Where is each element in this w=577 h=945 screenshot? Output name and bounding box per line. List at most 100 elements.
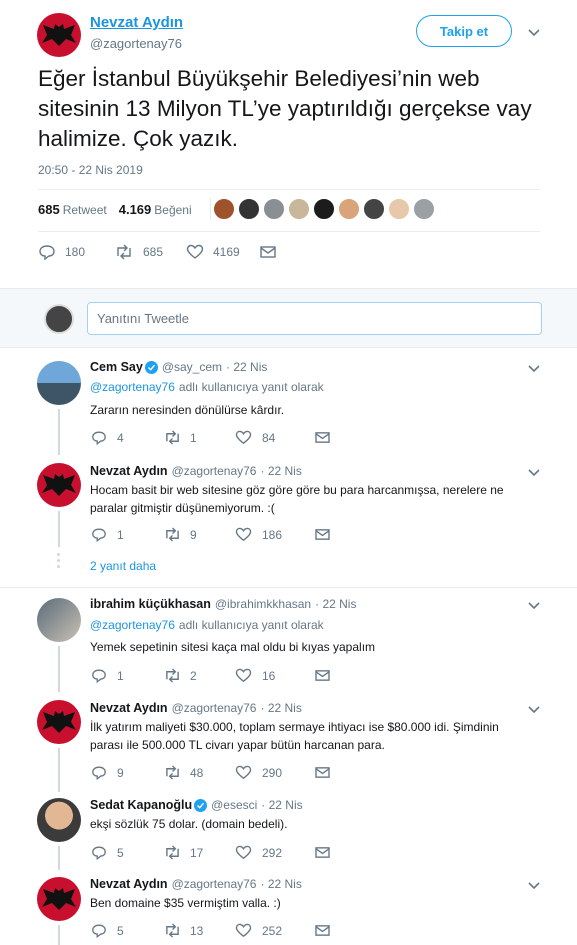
tweet-timestamp[interactable]: 20:50 - 22 Nis 2019 (38, 163, 143, 177)
like-button[interactable]: 16 (235, 668, 315, 683)
zagor-logo-icon (42, 24, 76, 46)
like-button[interactable]: 252 (235, 923, 315, 938)
follow-button[interactable]: Takip et (416, 15, 512, 47)
dm-button[interactable] (315, 846, 330, 859)
like-button[interactable]: 290 (235, 765, 315, 780)
reply-button[interactable]: 1 (91, 527, 163, 542)
reply-count: 4 (117, 430, 124, 445)
liker-avatar[interactable] (288, 198, 310, 220)
thread-line (58, 925, 60, 945)
liker-avatar[interactable] (388, 198, 410, 220)
retweet-count: 685 (143, 245, 164, 259)
reply-count: 5 (117, 845, 124, 860)
envelope-icon (315, 767, 330, 778)
reply-button[interactable]: 9 (91, 765, 163, 780)
reply-author-name[interactable]: Sedat Kapanoğlu (90, 798, 192, 812)
dm-button[interactable] (260, 245, 276, 259)
reply-to-link[interactable]: @zagortenay76 (90, 380, 175, 394)
reply-icon (39, 245, 55, 260)
dm-button[interactable] (315, 766, 330, 779)
chevron-down-icon[interactable] (527, 879, 541, 893)
like-button[interactable]: 186 (235, 527, 315, 542)
reply-header: ibrahim küçükhasan @ibrahimkkhasan · 22 … (90, 597, 356, 611)
reply-author-name[interactable]: Nevzat Aydın (90, 464, 168, 478)
like-button[interactable]: 84 (235, 430, 315, 445)
reply-date[interactable]: · 22 Nis (260, 701, 301, 715)
reply-author-name[interactable]: Cem Say (90, 360, 143, 374)
liker-avatar[interactable] (238, 198, 260, 220)
retweet-button[interactable]: 13 (163, 923, 235, 938)
liker-avatar[interactable] (313, 198, 335, 220)
reply-author-name[interactable]: Nevzat Aydın (90, 701, 168, 715)
reply-icon (92, 431, 106, 445)
reply-date[interactable]: · 22 Nis (261, 798, 302, 812)
reply-avatar[interactable] (37, 700, 81, 744)
reply-author-handle[interactable]: @say_cem (162, 360, 222, 374)
reply-button[interactable]: 5 (91, 845, 163, 860)
current-user-avatar[interactable] (44, 304, 74, 334)
retweet-button[interactable]: 1 (163, 430, 235, 445)
reply-author-handle[interactable]: @zagortenay76 (172, 701, 257, 715)
like-button[interactable]: 292 (235, 845, 315, 860)
reply-avatar[interactable] (37, 798, 81, 842)
retweet-icon (166, 765, 179, 780)
reply-avatar[interactable] (37, 361, 81, 405)
retweet-button[interactable]: 17 (163, 845, 235, 860)
author-name[interactable]: Nevzat Aydın (90, 14, 183, 31)
liker-avatar[interactable] (338, 198, 360, 220)
reply-button[interactable]: 5 (91, 923, 163, 938)
retweet-label[interactable]: Retweet (63, 203, 107, 217)
retweet-button[interactable]: 9 (163, 527, 235, 542)
chevron-down-icon[interactable] (527, 466, 541, 480)
chevron-down-icon[interactable] (527, 362, 541, 376)
reply-to-link[interactable]: @zagortenay76 (90, 618, 175, 632)
reply-avatar[interactable] (37, 877, 81, 921)
dm-button[interactable] (315, 669, 330, 682)
dm-button[interactable] (315, 528, 330, 541)
reply-date[interactable]: · 22 Nis (260, 464, 301, 478)
reply-button[interactable]: 4 (91, 430, 163, 445)
tweet-stats: 685 Retweet 4.169 Beğeni (38, 202, 204, 217)
dm-button[interactable] (315, 431, 330, 444)
reply-icon (92, 846, 106, 860)
dm-button[interactable] (315, 924, 330, 937)
reply-author-handle[interactable]: @zagortenay76 (172, 464, 257, 478)
reply-button[interactable]: 1 (91, 668, 163, 683)
show-more-replies-link[interactable]: 2 yanıt daha (90, 559, 156, 573)
reply-actions: 4 1 84 (91, 430, 330, 445)
author-avatar[interactable] (37, 13, 81, 57)
chevron-down-icon[interactable] (527, 599, 541, 613)
retweet-button[interactable]: 685 (114, 244, 186, 260)
reply-author-handle[interactable]: @esesci (211, 798, 257, 812)
reply-button[interactable]: 180 (38, 244, 114, 260)
reply-input[interactable]: Yanıtını Tweetle (87, 302, 542, 335)
liker-avatar[interactable] (363, 198, 385, 220)
reply-date[interactable]: · 22 Nis (226, 360, 267, 374)
like-button[interactable]: 4169 (186, 244, 260, 260)
reply-composer: Yanıtını Tweetle (0, 288, 577, 348)
reply-avatar[interactable] (37, 463, 81, 507)
chevron-down-icon[interactable] (527, 703, 541, 717)
retweet-button[interactable]: 48 (163, 765, 235, 780)
like-label[interactable]: Beğeni (154, 203, 191, 217)
reply-author-handle[interactable]: @zagortenay76 (172, 877, 257, 891)
liker-avatar[interactable] (263, 198, 285, 220)
liker-avatar[interactable] (213, 198, 235, 220)
chevron-down-icon[interactable] (527, 26, 541, 40)
author-handle[interactable]: @zagortenay76 (90, 36, 182, 51)
reply-author-name[interactable]: Nevzat Aydın (90, 877, 168, 891)
retweet-button[interactable]: 2 (163, 668, 235, 683)
reply-text: Yemek sepetinin sitesi kaça mal oldu bi … (90, 640, 376, 654)
retweet-count: 17 (190, 845, 204, 860)
reply-date[interactable]: · 22 Nis (315, 597, 356, 611)
retweet-count[interactable]: 685 (38, 202, 60, 217)
envelope-icon (260, 246, 276, 258)
like-count: 292 (262, 845, 283, 860)
reply-avatar[interactable] (37, 598, 81, 642)
reply-author-handle[interactable]: @ibrahimkkhasan (215, 597, 311, 611)
like-count[interactable]: 4.169 (119, 202, 152, 217)
reply-author-name[interactable]: ibrahim küçükhasan (90, 597, 211, 611)
liker-avatar[interactable] (413, 198, 435, 220)
reply-actions: 5 13 252 (91, 923, 330, 938)
reply-date[interactable]: · 22 Nis (260, 877, 301, 891)
